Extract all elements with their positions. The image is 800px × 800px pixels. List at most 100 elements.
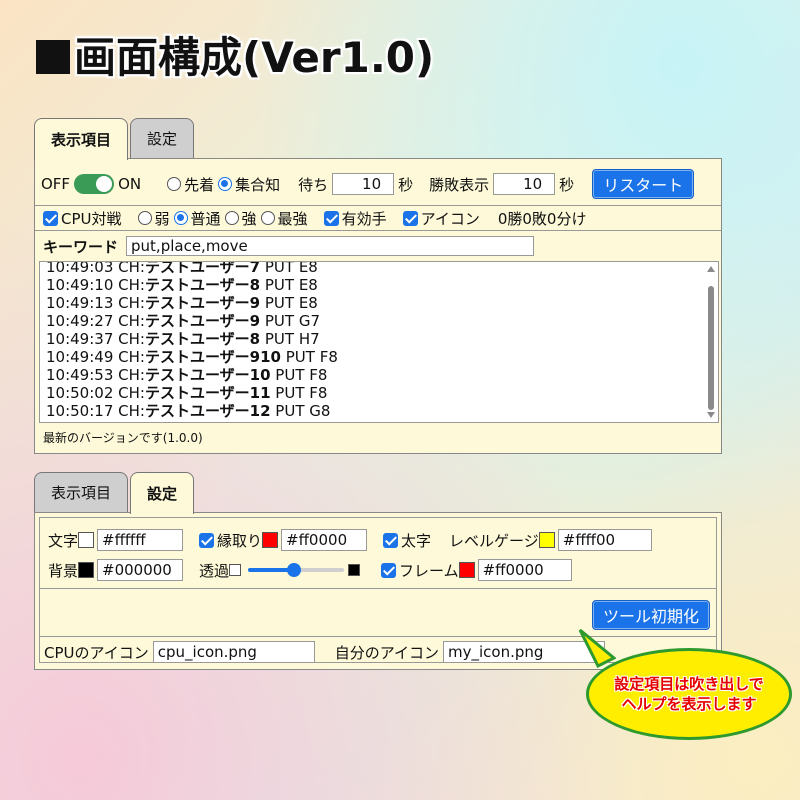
log-move: PUT G7 [260, 312, 320, 330]
valid-moves-checkbox[interactable] [323, 210, 339, 226]
tab-display-items-2[interactable]: 表示項目 [34, 472, 129, 512]
collective-label: 集合知 [235, 175, 281, 194]
winloss-seconds-input[interactable] [493, 173, 556, 195]
log-time: 10:49:53 [46, 366, 119, 384]
tab-settings-2[interactable]: 設定 [130, 472, 195, 514]
log-prefix: CH: [118, 402, 145, 420]
icon-row: CPUのアイコン 自分のアイコン [44, 640, 606, 664]
log-move: PUT H7 [260, 330, 320, 348]
icon-checkbox[interactable] [402, 210, 418, 226]
log-line: 10:50:17 CH:テストユーザー12 PUT G8 [46, 402, 338, 420]
opacity-slider[interactable] [248, 563, 345, 577]
frame-color-input[interactable] [477, 559, 572, 581]
log-move: PUT E8 [260, 276, 318, 294]
log-user: テストユーザー10 [144, 366, 271, 384]
on-off-toggle[interactable] [74, 174, 115, 194]
log-user: テストユーザー7 [144, 261, 261, 276]
strong-label: 強 [241, 209, 257, 228]
normal-label: 普通 [190, 209, 221, 228]
log-move: PUT F8 [270, 366, 328, 384]
help-bubble-text: 設定項目は吹き出しで ヘルプを表示します [614, 674, 764, 714]
wait-seconds-input[interactable] [332, 173, 395, 195]
off-label: OFF [41, 175, 71, 193]
frame-checkbox[interactable] [381, 562, 397, 578]
text-color-input[interactable] [97, 529, 184, 551]
log-time: 10:49:49 [46, 348, 119, 366]
tab-settings[interactable]: 設定 [130, 118, 195, 158]
log-line: 10:49:53 CH:テストユーザー10 PUT F8 [46, 366, 338, 384]
log-prefix: CH: [118, 330, 145, 348]
icon-label: アイコン [420, 209, 480, 228]
valid-moves-label: 有効手 [341, 209, 387, 228]
log-time: 10:49:37 [46, 330, 119, 348]
radio-strongest[interactable] [260, 211, 275, 225]
radio-first-come[interactable] [167, 177, 182, 191]
panel2-tabs: 表示項目 設定 [34, 472, 195, 514]
scroll-up-icon[interactable] [707, 266, 715, 272]
outline-color-input[interactable] [281, 529, 368, 551]
bold-checkbox[interactable] [383, 532, 399, 548]
tab-display-items[interactable]: 表示項目 [34, 118, 129, 160]
opacity-slider-thumb[interactable] [287, 563, 302, 577]
style-row-2: 背景 透過 フレーム [48, 558, 572, 582]
log-line: 10:50:02 CH:テストユーザー11 PUT F8 [46, 384, 338, 402]
on-label: ON [118, 175, 142, 193]
log-prefix: CH: [118, 294, 145, 312]
log-line: 10:49:37 CH:テストユーザー8 PUT H7 [46, 330, 338, 348]
opacity-max-icon [348, 564, 361, 576]
cpu-battle-checkbox[interactable] [43, 210, 58, 226]
keyword-row: キーワード [43, 233, 535, 259]
radio-normal[interactable] [173, 211, 188, 225]
outline-checkbox[interactable] [199, 532, 215, 548]
log-line: 10:49:49 CH:テストユーザー910 PUT F8 [46, 348, 338, 366]
log-scrollbar[interactable] [706, 264, 716, 420]
text-color-label: 文字 [48, 531, 79, 550]
chat-log-lines: 10:49:03 CH:テストユーザー7 PUT E8 10:49:10 CH:テ… [46, 261, 338, 420]
radio-weak[interactable] [137, 211, 152, 225]
frame-color-swatch[interactable] [458, 562, 475, 578]
restart-button[interactable]: リスタート [592, 169, 695, 199]
log-time: 10:49:27 [46, 312, 119, 330]
log-line: 10:49:10 CH:テストユーザー8 PUT E8 [46, 276, 338, 294]
log-line: 10:49:13 CH:テストユーザー9 PUT E8 [46, 294, 338, 312]
log-line: 10:49:03 CH:テストユーザー7 PUT E8 [46, 261, 338, 276]
background-color-swatch[interactable] [78, 562, 95, 578]
option-row: CPU対戦 弱 普通 強 最強 有効手 アイコン 0勝0敗0分け [35, 205, 721, 231]
chat-log[interactable]: 10:49:03 CH:テストユーザー7 PUT E8 10:49:10 CH:テ… [39, 261, 719, 423]
background-color-input[interactable] [97, 559, 184, 581]
reset-tool-button[interactable]: ツール初期化 [591, 600, 710, 630]
wait-label: 待ち [298, 175, 329, 194]
cpu-icon-input[interactable] [152, 641, 315, 663]
version-status: 最新のバージョンです(1.0.0) [43, 431, 203, 445]
outline-color-swatch[interactable] [262, 532, 279, 548]
style-row-1: 文字 縁取り 太字 レベルゲージ [48, 528, 652, 552]
log-time: 10:49:13 [46, 294, 119, 312]
text-color-swatch[interactable] [78, 532, 95, 548]
background-label: 背景 [48, 561, 79, 580]
log-user: テストユーザー8 [144, 330, 261, 348]
log-prefix: CH: [118, 312, 145, 330]
log-user: テストユーザー910 [144, 348, 281, 366]
gauge-color-swatch[interactable] [538, 532, 555, 548]
control-row: OFF ON 先着 集合知 待ち 秒 勝敗表示 秒 リスタート [41, 169, 695, 199]
log-time: 10:50:17 [46, 402, 119, 420]
opacity-slider-track [294, 568, 345, 572]
outline-label: 縁取り [217, 531, 263, 550]
radio-strong[interactable] [224, 211, 239, 225]
cpu-icon-label: CPUのアイコン [44, 643, 149, 662]
radio-collective[interactable] [218, 177, 233, 191]
frame-label: フレーム [399, 561, 459, 580]
scroll-thumb[interactable] [708, 286, 714, 410]
log-user: テストユーザー12 [144, 402, 271, 420]
opacity-min-icon [229, 564, 242, 576]
cpu-battle-label: CPU対戦 [61, 209, 122, 228]
help-bubble-line-1: 設定項目は吹き出しで [614, 675, 764, 693]
gauge-color-input[interactable] [557, 529, 652, 551]
log-prefix: CH: [118, 276, 145, 294]
keyword-input[interactable] [126, 236, 535, 256]
record-text: 0勝0敗0分け [497, 209, 587, 228]
scroll-down-icon[interactable] [707, 412, 715, 418]
log-move: PUT F8 [270, 384, 328, 402]
settings-panel: 文字 縁取り 太字 レベルゲージ 背景 透過 [34, 512, 722, 670]
log-user: テストユーザー9 [144, 312, 261, 330]
